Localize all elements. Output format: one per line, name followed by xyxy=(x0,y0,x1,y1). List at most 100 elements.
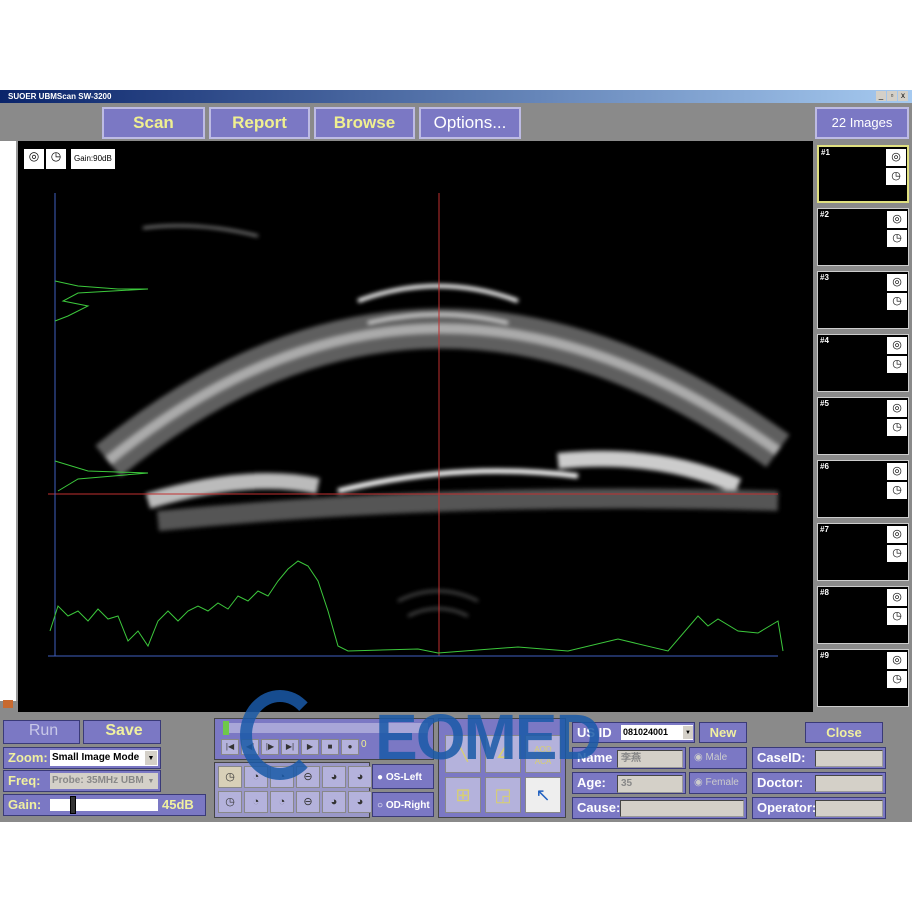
window-title: SUOER UBMScan SW-3200 xyxy=(8,92,112,101)
report-button[interactable]: Report xyxy=(209,107,310,139)
clock-dial-icon: ◷ xyxy=(887,608,907,625)
ultrasound-image[interactable]: ◎ ◷ Gain:90dB xyxy=(18,141,813,712)
zoom-value: Small Image Mode xyxy=(52,752,140,763)
clock-position-icon[interactable]: ◕ xyxy=(348,791,372,813)
male-radio[interactable]: ◉ Male xyxy=(689,747,747,769)
thumbnail-4[interactable]: #4 ◎ ◷ xyxy=(817,334,909,392)
frame-slider-thumb[interactable] xyxy=(223,721,229,735)
thumbnail-1[interactable]: #1 ◎ ◷ xyxy=(817,145,909,203)
watermark-logo-ring xyxy=(240,690,320,780)
age-row: Age: 35 xyxy=(572,772,686,794)
thumbnail-8[interactable]: #8 ◎ ◷ xyxy=(817,586,909,644)
thumbnail-9[interactable]: #9 ◎ ◷ xyxy=(817,649,909,707)
thumbnail-3[interactable]: #3 ◎ ◷ xyxy=(817,271,909,329)
scan-button[interactable]: Scan xyxy=(102,107,205,139)
clock-dial-icon: ◷ xyxy=(887,419,907,436)
name-row: Name 李燕 xyxy=(572,747,686,769)
chevron-down-icon[interactable]: ▼ xyxy=(145,751,157,765)
os-left-label: OS-Left xyxy=(385,772,422,783)
record-icon[interactable]: ● xyxy=(341,739,359,755)
eye-pair-icon: ◎ xyxy=(886,149,906,166)
frame-counter: 0 xyxy=(361,739,367,750)
eye-pair-icon: ◎ xyxy=(887,463,907,480)
usid-label: US ID xyxy=(577,725,612,740)
freq-label: Freq: xyxy=(8,773,41,788)
eye-pair-icon[interactable]: ◎ xyxy=(24,149,44,169)
gain-value: 45dB xyxy=(162,797,194,812)
eye-pair-icon: ◎ xyxy=(887,652,907,669)
left-scrollbar[interactable] xyxy=(0,141,18,701)
image-count-button[interactable]: 22 Images xyxy=(815,107,909,139)
new-button[interactable]: New xyxy=(699,722,747,743)
clock-dial-icon[interactable]: ◷ xyxy=(46,149,66,169)
usid-select[interactable]: 081024001 ▼ xyxy=(621,725,693,740)
clock-position-icon[interactable]: ◷ xyxy=(218,791,242,813)
clock-position-icon[interactable]: ◔ xyxy=(244,791,268,813)
age-field[interactable]: 35 xyxy=(617,775,683,793)
first-frame-icon[interactable]: |◀ xyxy=(221,739,239,755)
age-label: Age: xyxy=(577,775,606,790)
od-right-radio[interactable]: ○ OD-Right xyxy=(372,792,434,817)
scroll-marker[interactable] xyxy=(3,700,13,708)
zoom-label: Zoom: xyxy=(8,750,48,765)
eye-pair-icon: ◎ xyxy=(887,526,907,543)
eye-pair-icon: ◎ xyxy=(887,337,907,354)
freq-select[interactable]: Probe: 35MHz UBM ▼ xyxy=(50,773,158,789)
thumbnail-6[interactable]: #6 ◎ ◷ xyxy=(817,460,909,518)
clock-position-icon[interactable]: ◕ xyxy=(322,766,346,788)
female-radio[interactable]: ◉ Female xyxy=(689,772,747,794)
angle-measure-icon[interactable]: ∠ xyxy=(485,735,521,773)
doctor-row: Doctor: xyxy=(752,772,886,794)
cause-label: Cause: xyxy=(577,800,621,815)
cause-field[interactable] xyxy=(620,800,744,817)
close-button[interactable]: Close xyxy=(805,722,883,743)
pointer-arrow-icon[interactable]: ↖ xyxy=(525,777,561,813)
name-field[interactable]: 李燕 xyxy=(617,750,683,768)
os-left-radio[interactable]: ● OS-Left xyxy=(372,764,434,789)
doctor-select[interactable] xyxy=(815,775,883,792)
clock-position-icon[interactable]: ◕ xyxy=(348,766,372,788)
usid-row: US ID 081024001 ▼ xyxy=(572,722,695,743)
clock-position-icon[interactable]: ◕ xyxy=(322,791,346,813)
browse-button[interactable]: Browse xyxy=(314,107,415,139)
aod-aca-button[interactable]: AOD ACA xyxy=(525,735,561,773)
run-button[interactable]: Run xyxy=(3,720,80,744)
gain-row: Gain: 45dB xyxy=(3,794,206,816)
doctor-label: Doctor: xyxy=(757,775,804,790)
clock-position-icon[interactable]: ◷ xyxy=(218,766,242,788)
thumbnail-5[interactable]: #5 ◎ ◷ xyxy=(817,397,909,455)
chevron-down-icon[interactable]: ▼ xyxy=(683,726,693,739)
thumbnail-2[interactable]: #2 ◎ ◷ xyxy=(817,208,909,266)
clock-dial-icon: ◷ xyxy=(887,293,907,310)
eye-pair-icon: ◎ xyxy=(887,589,907,606)
line-measure-icon[interactable]: ╲ xyxy=(445,735,481,773)
minimize-button[interactable]: _ xyxy=(876,91,886,101)
cause-row: Cause: xyxy=(572,797,747,819)
axial-waveform xyxy=(54,280,149,322)
chevron-down-icon[interactable]: ▼ xyxy=(145,774,157,788)
amplitude-waveform xyxy=(49,560,784,654)
gain-slider[interactable] xyxy=(50,796,158,814)
gain-slider-thumb[interactable] xyxy=(70,796,77,814)
caseid-field[interactable] xyxy=(815,750,883,767)
maximize-button[interactable]: ▫ xyxy=(887,91,897,101)
eye-pair-icon: ◎ xyxy=(887,211,907,228)
zoom-select[interactable]: Small Image Mode ▼ xyxy=(50,750,158,766)
stop-icon[interactable]: ■ xyxy=(321,739,339,755)
clock-dial-icon: ◷ xyxy=(886,168,906,185)
zoom-row: Zoom: Small Image Mode ▼ xyxy=(3,747,161,769)
female-label: Female xyxy=(705,777,739,788)
clock-position-icon[interactable]: ◔ xyxy=(270,791,294,813)
grid-layout-icon[interactable]: ⊞ xyxy=(445,777,481,813)
save-button[interactable]: Save xyxy=(83,720,161,744)
clock-position-icon[interactable]: ⊖ xyxy=(296,791,320,813)
options-button[interactable]: Options... xyxy=(419,107,521,139)
image-overlay-icons: ◎ ◷ Gain:90dB xyxy=(24,149,115,169)
toolbar: Scan Report Browse Options... 22 Images xyxy=(0,103,912,141)
single-layout-icon[interactable]: ◲ xyxy=(485,777,521,813)
clock-dial-icon: ◷ xyxy=(887,545,907,562)
operator-select[interactable] xyxy=(815,800,883,817)
close-window-button[interactable]: x xyxy=(898,91,908,101)
thumbnail-7[interactable]: #7 ◎ ◷ xyxy=(817,523,909,581)
male-label: Male xyxy=(705,752,728,763)
